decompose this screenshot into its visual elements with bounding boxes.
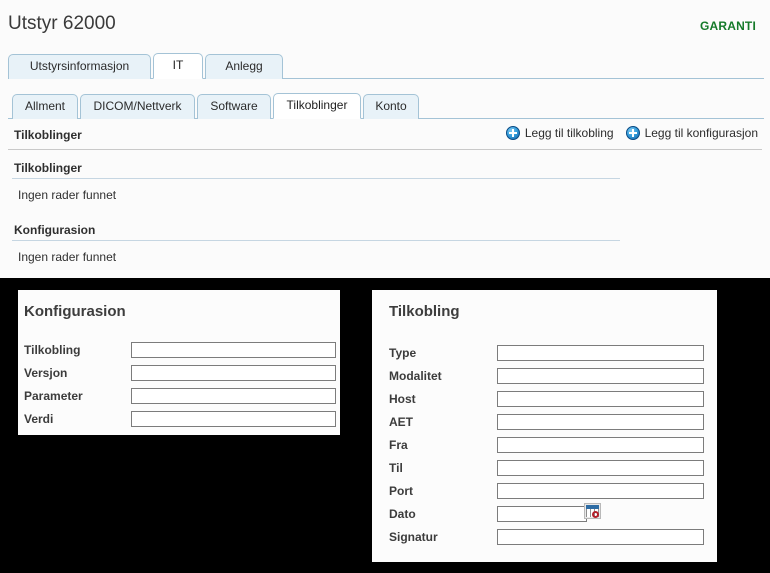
toolbar-divider <box>8 149 762 150</box>
konfigurasion-field-list: Tilkobling Versjon Parameter Verdi <box>18 338 340 430</box>
tab-konto[interactable]: Konto <box>363 94 419 119</box>
versjon-input[interactable] <box>131 364 336 381</box>
calendar-icon[interactable] <box>584 503 601 519</box>
add-konfigurasjon-label: Legg til konfigurasjon <box>644 126 758 140</box>
field-row-verdi: Verdi <box>18 407 340 430</box>
field-row-fra: Fra <box>372 433 717 456</box>
tab-anlegg[interactable]: Anlegg <box>205 54 283 79</box>
verdi-input[interactable] <box>131 410 336 427</box>
tab-it[interactable]: IT <box>153 53 203 79</box>
field-row-port: Port <box>372 479 717 502</box>
field-label: Type <box>389 345 417 360</box>
field-row-signatur: Signatur <box>372 525 717 548</box>
panel-heading: Konfigurasion <box>24 303 126 320</box>
tilkoblinger-content-panel: Tilkoblinger Legg til tilkobling Legg ti… <box>0 123 770 278</box>
field-label: Modalitet <box>389 368 442 383</box>
section-empty-message: Ingen rader funnet <box>18 250 117 264</box>
page-header: Utstyr 62000 GARANTI <box>0 0 770 48</box>
secondary-tab-strip: Allment DICOM/Nettverk Software Tilkobli… <box>0 93 770 119</box>
field-label: AET <box>389 414 413 429</box>
field-label: Tilkobling <box>24 342 81 357</box>
field-row-tilkobling: Tilkobling <box>18 338 340 361</box>
form-backdrop: Konfigurasion Tilkobling Versjon Paramet… <box>0 278 770 573</box>
konfigurasion-form-panel: Konfigurasion Tilkobling Versjon Paramet… <box>18 290 340 435</box>
field-label: Dato <box>389 506 416 521</box>
tab-allment[interactable]: Allment <box>12 94 78 119</box>
section-divider <box>12 240 620 241</box>
content-toolbar-title: Tilkoblinger <box>14 128 82 142</box>
field-row-type: Type <box>372 341 717 364</box>
field-label: Parameter <box>24 388 83 403</box>
calendar-icon-today-marker <box>592 511 599 518</box>
page-top-region: Utstyr 62000 GARANTI Utstyrsinformasjon … <box>0 0 770 278</box>
add-tilkobling-link[interactable]: Legg til tilkobling <box>505 126 614 140</box>
content-toolbar-actions: Legg til tilkobling Legg til konfigurasj… <box>505 126 758 140</box>
field-label: Host <box>389 391 416 406</box>
section-title: Konfigurasion <box>14 223 96 237</box>
field-label: Verdi <box>24 411 54 426</box>
dato-input[interactable] <box>497 505 587 522</box>
field-label: Versjon <box>24 365 68 380</box>
section-empty-message: Ingen rader funnet <box>18 188 117 202</box>
field-row-aet: AET <box>372 410 717 433</box>
tab-utstyrsinformasjon[interactable]: Utstyrsinformasjon <box>8 54 151 79</box>
tab-dicom-nettverk[interactable]: DICOM/Nettverk <box>80 94 195 119</box>
port-input[interactable] <box>497 482 704 499</box>
field-label: Til <box>389 460 403 475</box>
fra-input[interactable] <box>497 436 704 453</box>
field-row-modalitet: Modalitet <box>372 364 717 387</box>
signatur-input[interactable] <box>497 528 704 545</box>
modalitet-input[interactable] <box>497 367 704 384</box>
plus-circle-icon <box>625 126 640 140</box>
status-badge-warranty: GARANTI <box>699 19 756 33</box>
tilkobling-field-list: Type Modalitet Host AET Fra Til Port Dat… <box>372 341 717 548</box>
plus-circle-icon <box>505 126 520 140</box>
panel-heading: Tilkobling <box>389 303 460 320</box>
page-title: Utstyr 62000 <box>8 13 116 34</box>
primary-tab-strip: Utstyrsinformasjon IT Anlegg <box>0 53 770 79</box>
host-input[interactable] <box>497 390 704 407</box>
tab-tilkoblinger[interactable]: Tilkoblinger <box>273 93 361 119</box>
tab-software[interactable]: Software <box>197 94 271 119</box>
parameter-input[interactable] <box>131 387 336 404</box>
add-tilkobling-label: Legg til tilkobling <box>524 126 614 140</box>
add-konfigurasjon-link[interactable]: Legg til konfigurasjon <box>625 126 758 140</box>
field-label: Port <box>389 483 413 498</box>
field-row-dato: Dato <box>372 502 717 525</box>
field-row-parameter: Parameter <box>18 384 340 407</box>
section-title: Tilkoblinger <box>14 161 82 175</box>
type-input[interactable] <box>497 344 704 361</box>
section-divider <box>12 178 620 179</box>
field-label: Fra <box>389 437 408 452</box>
field-row-til: Til <box>372 456 717 479</box>
tilkobling-input[interactable] <box>131 341 336 358</box>
tilkobling-form-panel: Tilkobling Type Modalitet Host AET Fra T… <box>372 290 717 562</box>
content-toolbar: Tilkoblinger Legg til tilkobling Legg ti… <box>0 123 770 148</box>
aet-input[interactable] <box>497 413 704 430</box>
field-label: Signatur <box>389 529 438 544</box>
til-input[interactable] <box>497 459 704 476</box>
field-row-host: Host <box>372 387 717 410</box>
field-row-versjon: Versjon <box>18 361 340 384</box>
